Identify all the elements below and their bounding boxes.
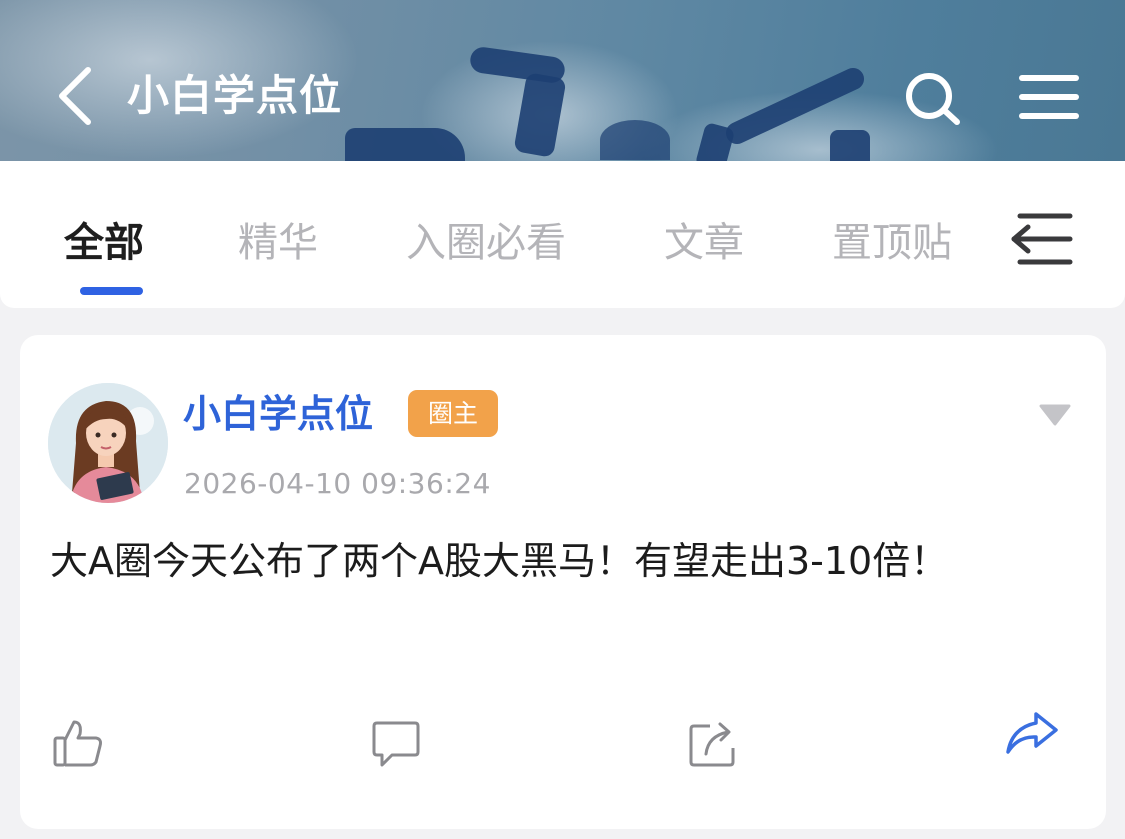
comment-icon	[372, 721, 420, 767]
triangle-down-icon	[1039, 404, 1071, 426]
tab-articles[interactable]: 文章	[664, 215, 744, 271]
header-bar: 小白学点位	[0, 0, 1125, 161]
collapse-menu-icon	[1011, 213, 1073, 265]
hamburger-menu-icon	[1019, 75, 1079, 119]
comment-button[interactable]	[370, 720, 422, 768]
search-icon	[906, 73, 960, 125]
avatar-illustration	[48, 383, 168, 503]
tab-all[interactable]: 全部	[64, 215, 144, 271]
share-button[interactable]	[688, 718, 740, 768]
tab-pinned[interactable]: 置顶贴	[832, 215, 952, 271]
tab-featured[interactable]: 精华	[238, 215, 318, 271]
forward-icon	[1006, 712, 1058, 754]
avatar[interactable]	[48, 383, 168, 503]
post-timestamp: 2026-04-10 09:36:24	[184, 467, 491, 500]
forward-button[interactable]	[1004, 708, 1060, 758]
tab-more-button[interactable]	[1006, 208, 1076, 270]
post-content[interactable]: 大A圈今天公布了两个A股大黑马！有望走出3-10倍！	[50, 532, 1070, 590]
page-title: 小白学点位	[127, 71, 343, 120]
chevron-left-icon	[59, 67, 91, 125]
post-options-button[interactable]	[1036, 398, 1074, 428]
search-button[interactable]	[902, 70, 964, 126]
owner-badge: 圈主	[408, 390, 498, 437]
share-external-icon	[689, 722, 735, 767]
back-button[interactable]	[52, 62, 102, 130]
author-name[interactable]: 小白学点位	[183, 388, 373, 440]
like-icon	[53, 720, 102, 767]
menu-button[interactable]	[1018, 70, 1080, 124]
tab-must-read[interactable]: 入圈必看	[406, 215, 566, 271]
like-button[interactable]	[52, 718, 104, 768]
active-tab-indicator	[80, 287, 143, 295]
tab-bar: 全部 精华 入圈必看 文章 置顶贴	[0, 161, 1125, 308]
